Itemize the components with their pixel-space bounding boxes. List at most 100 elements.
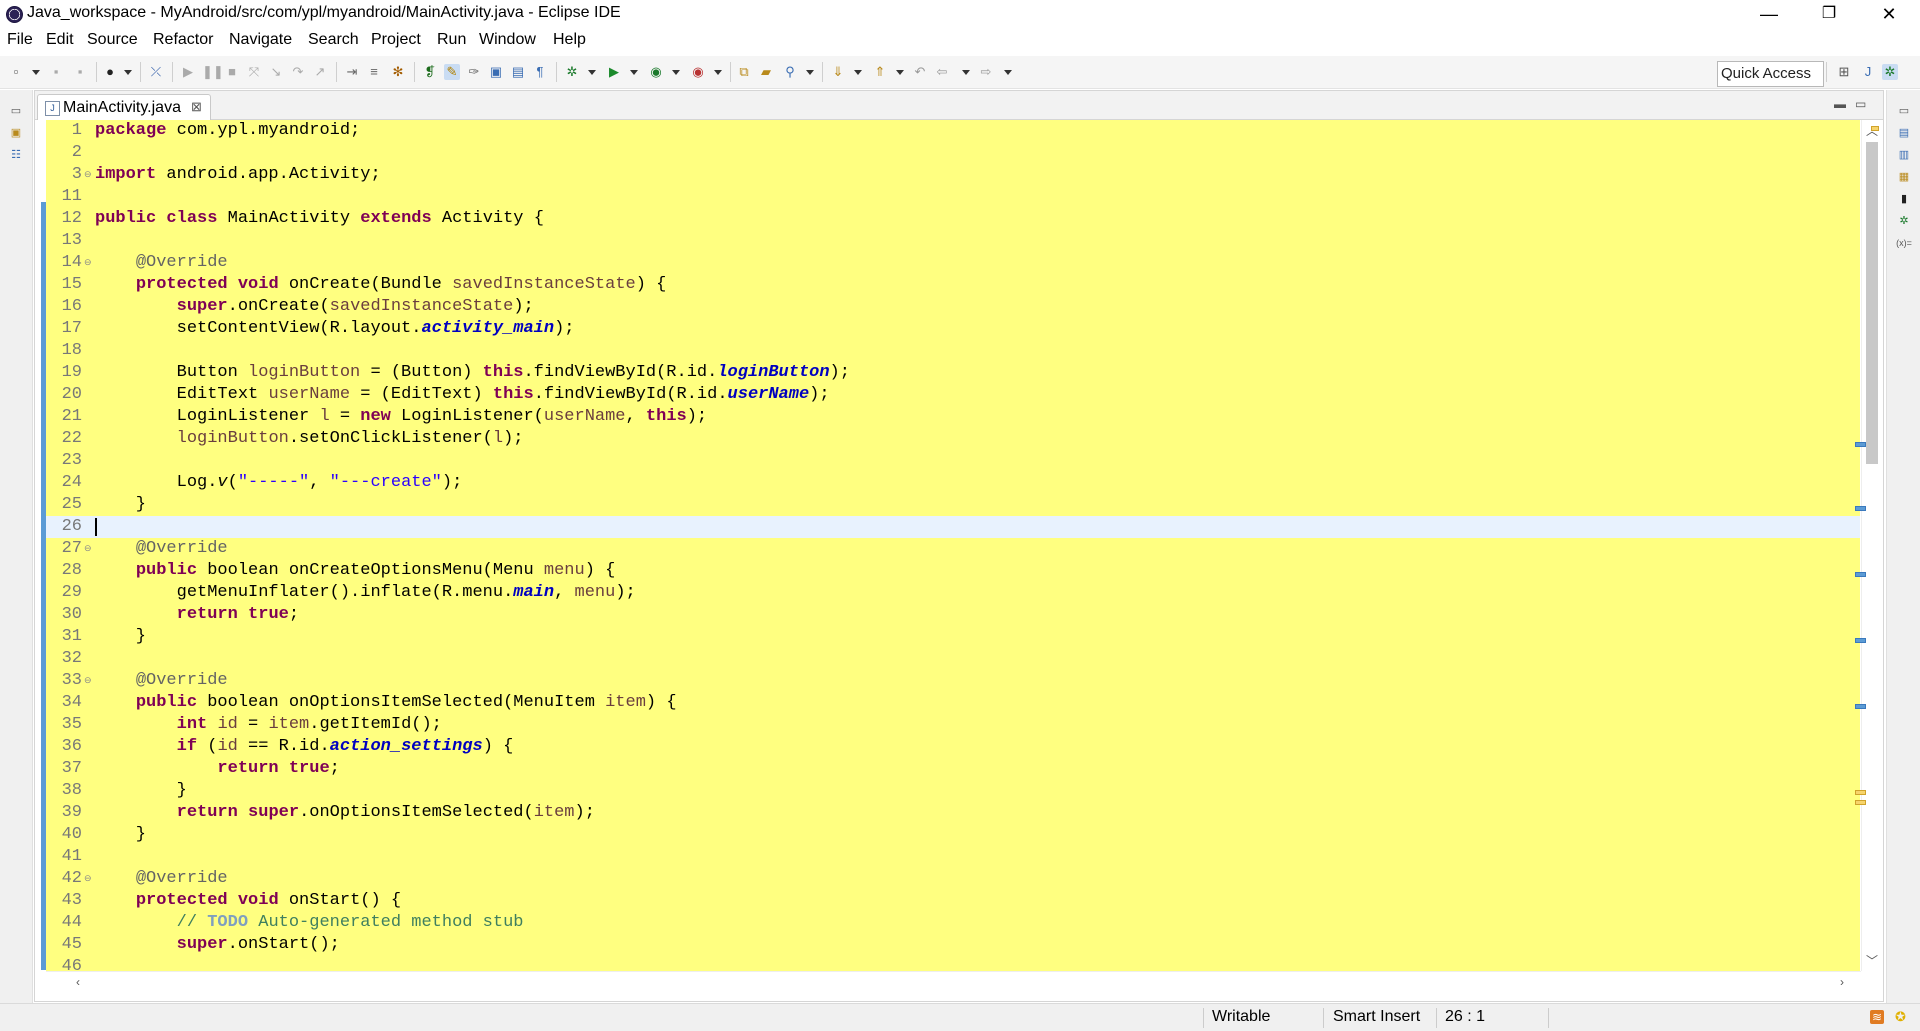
code-line[interactable]: 19 Button loginButton = (Button) this.fi… <box>46 362 1860 384</box>
code-line[interactable]: 18 <box>46 340 1860 362</box>
open-folder-icon[interactable]: ▰ <box>758 64 774 80</box>
code-line[interactable]: 33 ⊖ @Override <box>46 670 1860 692</box>
code-line[interactable]: 21 LoginListener l = new LoginListener(u… <box>46 406 1860 428</box>
overview-warning-marker[interactable] <box>1871 126 1879 131</box>
run-icon[interactable]: ▶ <box>606 64 622 80</box>
menu-help[interactable]: Help <box>553 31 586 49</box>
search-dropdown-icon[interactable] <box>806 70 814 75</box>
restore-view-icon[interactable]: ▭ <box>1897 104 1911 118</box>
code-line[interactable]: 46 <box>46 956 1860 971</box>
run-dropdown-icon[interactable] <box>630 70 638 75</box>
fold-toggle-icon[interactable]: ⊖ <box>84 868 92 890</box>
java-perspective-icon[interactable]: J <box>1860 64 1876 80</box>
debug-config-icon[interactable]: ✻ <box>390 64 406 80</box>
code-line[interactable]: 32 <box>46 648 1860 670</box>
overview-marker[interactable] <box>1855 572 1866 577</box>
code-line[interactable]: 35 int id = item.getItemId(); <box>46 714 1860 736</box>
previous-annotation-icon[interactable]: ⇑ <box>872 64 888 80</box>
menu-source[interactable]: Source <box>87 31 138 49</box>
new-dropdown-icon[interactable] <box>32 70 40 75</box>
console-icon[interactable]: ▤ <box>1897 126 1911 140</box>
step-over-icon[interactable]: ↷ <box>290 64 306 80</box>
menu-edit[interactable]: Edit <box>46 31 74 49</box>
code-line[interactable]: 31 } <box>46 626 1860 648</box>
code-line[interactable]: 37 return true; <box>46 758 1860 780</box>
save-all-icon[interactable]: ▪ <box>72 64 88 80</box>
new-java-package-icon[interactable]: ⧉ <box>736 64 752 80</box>
tab-main-activity[interactable]: J MainActivity.java ⊠ <box>37 94 211 121</box>
code-editor[interactable]: 1 package com.ypl.myandroid; 2 3 ⊖ import and… <box>46 120 1860 971</box>
step-into-icon[interactable]: ↘ <box>268 64 284 80</box>
last-edit-location-icon[interactable]: ↶ <box>912 64 928 80</box>
code-line[interactable]: 36 if (id == R.id.action_settings) { <box>46 736 1860 758</box>
use-step-filters-icon[interactable]: ≡ <box>366 64 382 80</box>
search-icon[interactable]: ⚲ <box>782 64 798 80</box>
open-perspective-icon[interactable]: ⊞ <box>1836 64 1852 80</box>
fold-toggle-icon[interactable]: ⊖ <box>84 670 92 692</box>
overview-marker[interactable] <box>1855 506 1866 511</box>
overview-marker[interactable] <box>1855 638 1866 643</box>
code-line[interactable]: 45 super.onStart(); <box>46 934 1860 956</box>
minimize-editor-icon[interactable]: ▬ <box>1834 97 1846 111</box>
overview-task-marker[interactable] <box>1855 800 1866 805</box>
variables-icon[interactable]: (x)= <box>1895 236 1913 250</box>
code-line[interactable]: 13 <box>46 230 1860 252</box>
code-line[interactable]: 16 super.onCreate(savedInstanceState); <box>46 296 1860 318</box>
package-explorer-icon[interactable]: ▣ <box>9 126 23 140</box>
next-annotation-dropdown-icon[interactable] <box>854 70 862 75</box>
back-dropdown-icon[interactable] <box>962 70 970 75</box>
sdk-dropdown-icon[interactable] <box>124 70 132 75</box>
scroll-down-icon[interactable]: ﹀ <box>1866 952 1878 969</box>
disconnect-icon[interactable]: ⤧ <box>246 64 262 80</box>
code-line[interactable]: 38 } <box>46 780 1860 802</box>
forward-icon[interactable]: ⇨ <box>978 64 994 80</box>
fold-toggle-icon[interactable]: ⊖ <box>84 538 92 560</box>
new-icon[interactable]: ▫ <box>8 64 24 80</box>
fold-toggle-icon[interactable]: ⊖ <box>84 252 92 274</box>
tip-lightbulb-icon[interactable]: ✪ <box>1895 1009 1906 1025</box>
menu-window[interactable]: Window <box>479 31 536 49</box>
external-tools-icon[interactable]: ◉ <box>690 64 706 80</box>
restore-button[interactable]: ❐ <box>1806 0 1852 28</box>
code-line[interactable]: 15▲ protected void onCreate(Bundle saved… <box>46 274 1860 296</box>
close-button[interactable]: ✕ <box>1866 0 1912 28</box>
skip-breakpoints-icon[interactable]: ⤫ <box>148 64 164 80</box>
android-sdk-icon[interactable]: ● <box>102 64 118 80</box>
code-line[interactable]: 3 ⊖ import android.app.Activity; <box>46 164 1860 186</box>
forward-dropdown-icon[interactable] <box>1004 70 1012 75</box>
debug-icon[interactable]: ✲ <box>564 64 580 80</box>
code-line[interactable]: 25 } <box>46 494 1860 516</box>
code-line[interactable]: 26 <box>46 516 1860 538</box>
code-line[interactable]: 23 <box>46 450 1860 472</box>
debug-dropdown-icon[interactable] <box>588 70 596 75</box>
code-line[interactable]: 27 ⊖ @Override <box>46 538 1860 560</box>
code-line[interactable]: 2 <box>46 142 1860 164</box>
code-line[interactable]: 17 setContentView(R.layout.activity_main… <box>46 318 1860 340</box>
fold-toggle-icon[interactable]: ⊖ <box>84 164 92 186</box>
outline-icon[interactable]: ☷ <box>9 148 23 162</box>
code-line[interactable]: 40 } <box>46 824 1860 846</box>
code-line[interactable]: 29 getMenuInflater().inflate(R.menu.main… <box>46 582 1860 604</box>
rss-feed-icon[interactable]: ≋ <box>1870 1010 1884 1024</box>
javadoc-icon[interactable]: ▥ <box>1897 148 1911 162</box>
drop-to-frame-icon[interactable]: ⇥ <box>344 64 360 80</box>
vertical-scrollbar[interactable]: ︿ ﹀ <box>1861 120 1882 971</box>
code-line[interactable]: 41 <box>46 846 1860 868</box>
code-line[interactable]: 44 // TODO Auto-generated method stub <box>46 912 1860 934</box>
code-line[interactable]: 30 return true; <box>46 604 1860 626</box>
toggle-block-selection-icon[interactable]: ✑ <box>466 64 482 80</box>
code-line[interactable]: 1 package com.ypl.myandroid; <box>46 120 1860 142</box>
overview-task-marker[interactable] <box>1855 790 1866 795</box>
maximize-editor-icon[interactable]: ▭ <box>1855 97 1866 111</box>
open-type-icon[interactable]: ❡ <box>422 64 438 80</box>
menu-navigate[interactable]: Navigate <box>229 31 292 49</box>
menu-search[interactable]: Search <box>308 31 359 49</box>
resume-icon[interactable]: ▶ <box>180 64 196 80</box>
next-annotation-icon[interactable]: ⇓ <box>830 64 846 80</box>
code-line[interactable]: 24 Log.v("-----", "---create"); <box>46 472 1860 494</box>
tab-close-icon[interactable]: ⊠ <box>191 99 202 115</box>
toggle-mark-occurrences-icon[interactable]: ✎ <box>444 64 460 80</box>
back-icon[interactable]: ⇦ <box>934 64 950 80</box>
vertical-scrollbar-thumb[interactable] <box>1866 142 1878 464</box>
suspend-icon[interactable]: ❚❚ <box>202 64 224 80</box>
